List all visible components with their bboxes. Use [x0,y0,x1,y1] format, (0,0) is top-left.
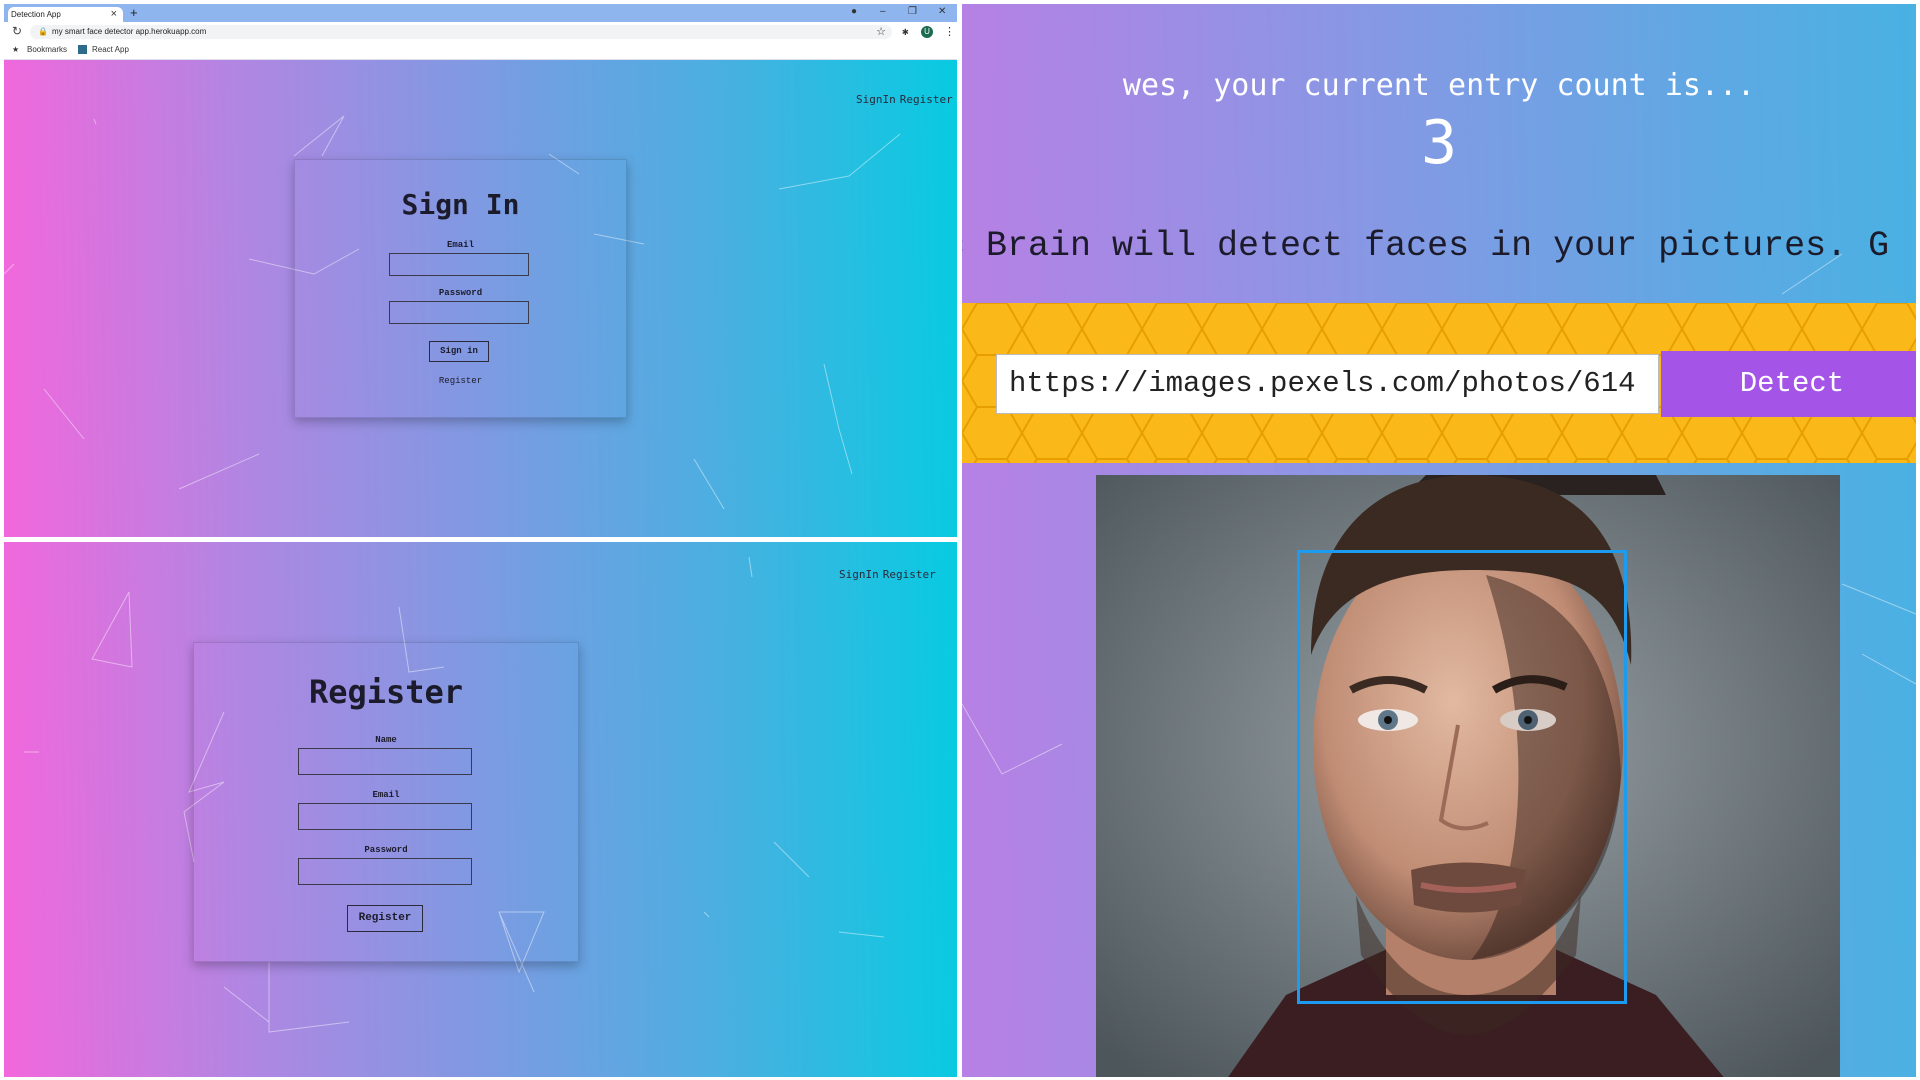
password-label: Password [438,288,483,298]
nav-register-link[interactable]: Register [900,93,953,106]
register-card: Register Name Email Password Register [193,642,579,962]
email-field[interactable] [389,253,529,276]
name-field[interactable] [298,748,472,775]
email-label: Email [446,240,474,250]
bookmarks-bar: ★ Bookmarks React App [4,42,957,60]
restore-icon[interactable]: ❐ [908,6,917,17]
minimize-icon[interactable]: – [880,6,886,17]
page-title: Register [308,673,464,711]
entry-count-value: 3 [1420,108,1458,178]
nav-signin-link[interactable]: SignIn [839,568,879,581]
entry-count-text: wes, your current entry count is... [1122,68,1756,103]
browser-tab[interactable]: Detection App × [8,7,123,22]
new-tab-icon[interactable]: + [130,5,138,20]
password-field[interactable] [389,301,529,324]
email-label: Email [372,790,400,800]
password-label: Password [364,845,408,855]
avatar[interactable]: U [921,26,933,38]
page-title: Sign In [401,188,520,221]
image-url-input[interactable]: https://images.pexels.com/photos/614 [996,354,1659,414]
extensions-icon[interactable]: ✱ [902,25,909,38]
signin-card: Sign In Email Password Sign in Register [294,159,627,418]
lock-icon: 🔒 [38,27,48,36]
face-bounding-box [1297,550,1627,1004]
register-screenshot: SignIn Register Register Name Email Passw… [4,542,957,1077]
signin-screenshot: Detection App × + ● – ❐ ✕ ↻ 🔒 my smart f… [4,4,957,537]
close-icon[interactable]: × [111,8,117,20]
reload-icon[interactable]: ↻ [12,24,22,38]
kebab-menu-icon[interactable]: ⋮ [944,25,955,38]
detector-screenshot: wes, your current entry count is... 3 c … [962,4,1916,1077]
register-button[interactable]: Register [347,905,423,932]
record-icon[interactable]: ● [851,6,857,17]
tab-title: Detection App [11,10,61,19]
browser-tabbar: Detection App × + ● – ❐ ✕ [4,4,957,22]
nav-signin-link[interactable]: SignIn [856,93,896,106]
register-link[interactable]: Register [295,376,626,386]
star-icon[interactable]: ☆ [876,25,886,38]
window-close-icon[interactable]: ✕ [938,6,946,17]
intro-text: c Brain will detect faces in your pictur… [962,226,1890,266]
name-label: Name [375,735,397,745]
react-app-icon [78,45,87,54]
address-bar: ↻ 🔒 my smart face detector app.herokuapp… [4,22,957,42]
url-text: my smart face detector app.herokuapp.com [52,27,207,36]
top-nav: SignIn Register [835,568,936,581]
detect-button[interactable]: Detect [1661,351,1916,417]
top-nav: SignIn Register [852,93,953,106]
nav-register-link[interactable]: Register [883,568,936,581]
bookmark-item[interactable]: React App [92,45,129,54]
url-field[interactable]: 🔒 my smart face detector app.herokuapp.c… [30,25,892,39]
password-field[interactable] [298,858,472,885]
bookmarks-star-icon: ★ [12,45,20,54]
email-field[interactable] [298,803,472,830]
face-photo [1096,475,1840,1077]
signin-button[interactable]: Sign in [429,341,489,362]
bookmark-item[interactable]: Bookmarks [27,45,67,54]
